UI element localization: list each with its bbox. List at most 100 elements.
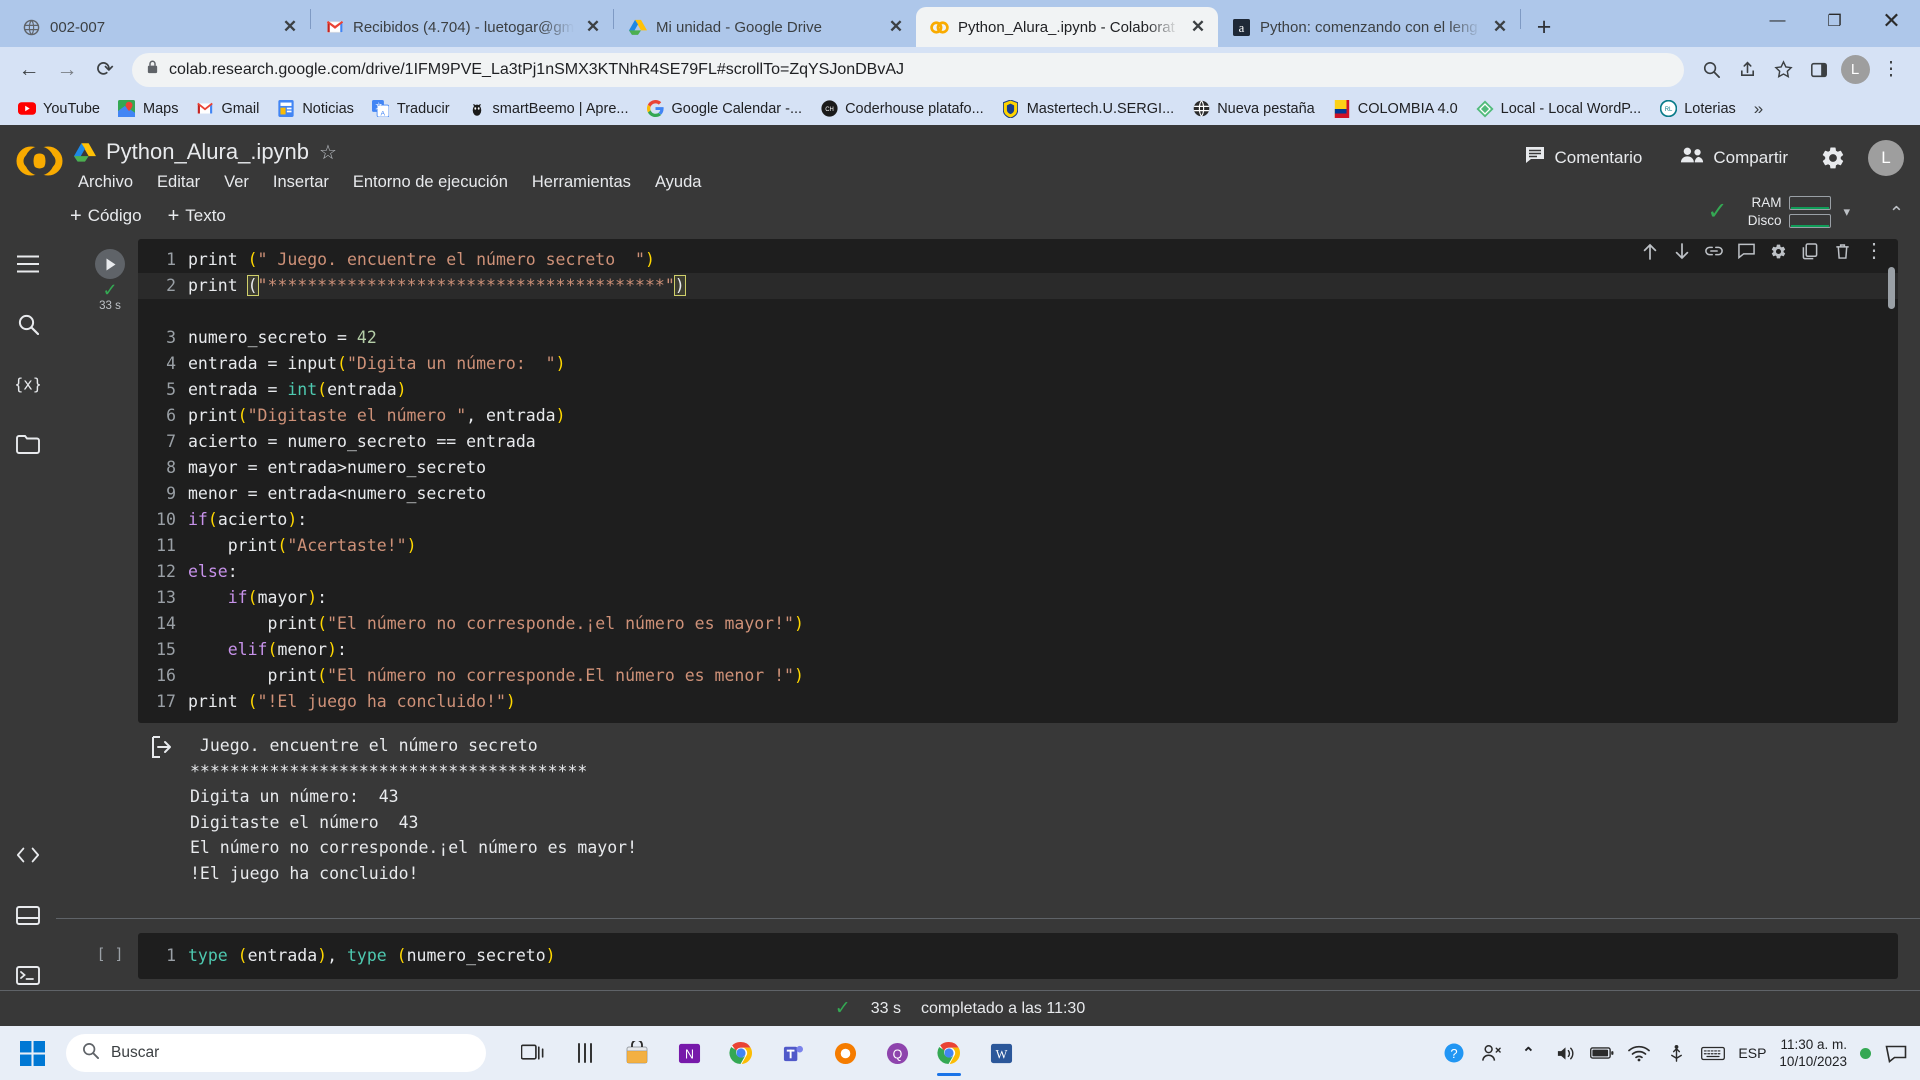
resource-indicator[interactable]: ✓ RAM Disco ▾	[1707, 195, 1850, 228]
action-center-icon[interactable]	[1884, 1041, 1908, 1065]
people-icon[interactable]	[1479, 1041, 1503, 1065]
share-icon[interactable]	[1730, 53, 1764, 87]
account-avatar[interactable]: L	[1868, 139, 1904, 176]
profile-avatar[interactable]: L	[1838, 53, 1872, 87]
gear-icon[interactable]	[1816, 141, 1850, 175]
code-line[interactable]: 13 if(mayor):	[138, 588, 327, 607]
chrome-menu-button[interactable]: ⋮	[1874, 53, 1908, 87]
code-line[interactable]: 2 print ("*******************************…	[138, 273, 1898, 299]
bookmark-google-calendar[interactable]: Google Calendar -...	[638, 96, 810, 122]
cell-prompt[interactable]: [ ]	[82, 933, 138, 963]
collapse-header-icon[interactable]: ⌃	[1889, 203, 1904, 224]
settings-icon[interactable]	[1764, 239, 1792, 265]
tab-close-button[interactable]: ✕	[583, 17, 603, 37]
menu-insertar[interactable]: Insertar	[271, 170, 331, 195]
browser-tab-0[interactable]: 002-007 ✕	[8, 7, 310, 47]
menu-icon[interactable]	[13, 249, 43, 279]
back-button[interactable]: ←	[12, 53, 46, 87]
keyboard-icon[interactable]	[1701, 1041, 1726, 1065]
chevron-down-icon[interactable]: ▾	[1843, 204, 1850, 220]
add-text-cell-button[interactable]: + Texto	[168, 205, 226, 228]
copy-icon[interactable]	[1796, 239, 1824, 265]
code-line[interactable]: 11 print("Acertaste!")	[138, 536, 416, 555]
comment-button[interactable]: Comentario	[1514, 139, 1653, 176]
bookmark-gmail[interactable]: Gmail	[188, 96, 267, 122]
widgets-icon[interactable]	[564, 1030, 606, 1076]
code-content[interactable]: 1 print (" Juego. encuentre el número sec…	[138, 247, 1898, 715]
code-line[interactable]: 15 elif(menor):	[138, 640, 347, 659]
move-down-icon[interactable]	[1668, 239, 1696, 265]
bookmark-local-wordpress[interactable]: Local - Local WordP...	[1468, 96, 1650, 122]
page-title[interactable]: Python_Alura_.ipynb	[106, 139, 309, 165]
windows-start-button[interactable]	[4, 1029, 60, 1077]
taskbar-clock[interactable]: 11:30 a. m. 10/10/2023	[1779, 1036, 1847, 1070]
move-up-icon[interactable]	[1636, 239, 1664, 265]
q-app-icon[interactable]: Q	[876, 1030, 918, 1076]
code-snippets-icon[interactable]	[13, 840, 43, 870]
browser-tab-2[interactable]: Mi unidad - Google Drive ✕	[614, 7, 916, 47]
code-line[interactable]: 16 print("El número no corresponde.El nú…	[138, 666, 804, 685]
notification-icon[interactable]	[1860, 1047, 1871, 1059]
teams-icon[interactable]	[772, 1030, 814, 1076]
code-scrollbar-thumb[interactable]	[1888, 267, 1895, 309]
menu-editar[interactable]: Editar	[155, 170, 202, 195]
window-maximize-button[interactable]: ❐	[1806, 0, 1863, 42]
browser-tab-1[interactable]: Recibidos (4.704) - luetogar@gm ✕	[311, 7, 613, 47]
new-tab-button[interactable]: +	[1527, 10, 1561, 44]
link-icon[interactable]	[1700, 239, 1728, 265]
code-line[interactable]: 10 if(acierto):	[138, 510, 307, 529]
handbrake-icon[interactable]	[824, 1030, 866, 1076]
code-line[interactable]: 7 acierto = numero_secreto == entrada	[138, 432, 536, 451]
files-icon[interactable]	[13, 429, 43, 459]
code-line[interactable]: 1 type (entrada), type (numero_secreto)	[138, 946, 556, 965]
code-line[interactable]: 1 print (" Juego. encuentre el número sec…	[138, 250, 655, 269]
bookmark-traducir[interactable]: 文A Traducir	[364, 96, 458, 122]
chrome-active-icon[interactable]	[928, 1030, 970, 1076]
code-line[interactable]: 9 menor = entrada<numero_secreto	[138, 484, 486, 503]
reload-button[interactable]: ⟳	[88, 53, 122, 87]
code-editor[interactable]: ⋮ 1 print (" Juego. encuentre el número s…	[138, 239, 1898, 723]
help-icon[interactable]: ?	[1442, 1041, 1466, 1065]
menu-archivo[interactable]: Archivo	[76, 170, 135, 195]
variables-icon[interactable]: {x}	[13, 369, 43, 399]
store-icon[interactable]	[616, 1030, 658, 1076]
bookmark-maps[interactable]: Maps	[110, 96, 186, 122]
search-icon[interactable]	[13, 309, 43, 339]
address-bar[interactable]: colab.research.google.com/drive/1IFM9PVE…	[132, 52, 1684, 87]
code-line[interactable]: 14 print("El número no corresponde.¡el n…	[138, 614, 804, 633]
menu-herramientas[interactable]: Herramientas	[530, 170, 633, 195]
code-line[interactable]: 5 entrada = int(entrada)	[138, 380, 407, 399]
browser-tab-3-active[interactable]: Python_Alura_.ipynb - Colaborat ✕	[916, 7, 1218, 47]
task-view-icon[interactable]	[512, 1030, 554, 1076]
chrome-icon[interactable]	[720, 1030, 762, 1076]
code-line[interactable]: 17 print ("!El juego ha concluido!")	[138, 692, 516, 711]
tab-close-button[interactable]: ✕	[280, 17, 300, 37]
window-close-button[interactable]: ✕	[1863, 0, 1920, 42]
bookmark-smartbeemo[interactable]: smartBeemo | Apre...	[460, 96, 637, 122]
side-panel-icon[interactable]	[1802, 53, 1836, 87]
bookmarks-overflow-button[interactable]: »	[1746, 95, 1771, 123]
chevron-up-icon[interactable]: ⌃	[1516, 1041, 1540, 1065]
tab-close-button[interactable]: ✕	[1188, 17, 1208, 37]
browser-tab-4[interactable]: a Python: comenzando con el leng ✕	[1218, 7, 1520, 47]
share-button[interactable]: Compartir	[1670, 140, 1798, 175]
more-icon[interactable]: ⋮	[1860, 239, 1888, 265]
menu-ver[interactable]: Ver	[222, 170, 251, 195]
code-content-2[interactable]: 1 type (entrada), type (numero_secreto)	[138, 943, 1898, 969]
window-minimize-button[interactable]: —	[1749, 0, 1806, 42]
bookmark-mastertech[interactable]: Mastertech.U.SERGI...	[994, 96, 1182, 122]
tab-close-button[interactable]: ✕	[886, 17, 906, 37]
bookmark-nueva-pestana[interactable]: Nueva pestaña	[1184, 96, 1323, 122]
menu-ayuda[interactable]: Ayuda	[653, 170, 704, 195]
delete-icon[interactable]	[1828, 239, 1856, 265]
taskbar-search-box[interactable]: Buscar	[66, 1034, 486, 1072]
bookmark-coderhouse[interactable]: CH Coderhouse platafo...	[812, 96, 992, 122]
code-line[interactable]: 8 mayor = entrada>numero_secreto	[138, 458, 486, 477]
battery-icon[interactable]	[1590, 1041, 1614, 1065]
bookmark-star-icon[interactable]	[1766, 53, 1800, 87]
onenote-icon[interactable]: N	[668, 1030, 710, 1076]
bookmark-youtube[interactable]: YouTube	[10, 96, 108, 122]
volume-icon[interactable]	[1553, 1041, 1577, 1065]
terminal-icon[interactable]	[13, 960, 43, 990]
bookmark-colombia[interactable]: COLOMBIA 4.0	[1325, 96, 1466, 122]
